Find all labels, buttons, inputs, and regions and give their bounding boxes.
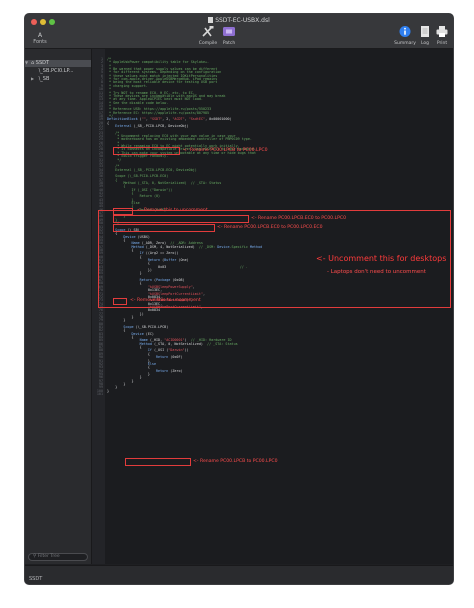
annotation-uncomment-desktops: <- Uncomment this for desktops	[316, 254, 447, 263]
hammer-wrench-icon	[202, 26, 214, 37]
document-icon	[208, 17, 214, 23]
filter-tree-input[interactable]: ⚲ Filter Tree	[28, 553, 88, 561]
code-line[interactable]: 101	[92, 392, 453, 397]
outline-sidebar: ▼⌂ SSDT ​ \_SB.PCI0.LP... ▶ \_SB ⚲ Filte…	[25, 49, 92, 564]
window-title: SSDT-EC-USBX.dsl	[25, 17, 453, 24]
annotation-rename-external: <- Rename PC00.LPCB to PC00.LPC0	[183, 148, 268, 153]
status-text: SSDT	[29, 576, 43, 582]
summary-label: Summary	[394, 41, 416, 46]
patch-icon	[223, 27, 235, 36]
annotation-box-close-comment	[113, 298, 127, 305]
annotation-laptops-note: - Laptops don't need to uncomment	[327, 269, 426, 275]
tree-item-lpcb[interactable]: ​ \_SB.PCI0.LP...	[25, 68, 91, 75]
compile-label: Compile	[198, 41, 218, 46]
annotation-box-external	[113, 147, 180, 155]
fonts-label: Fonts	[33, 39, 47, 45]
log-label: Log	[420, 41, 430, 46]
info-icon	[399, 26, 411, 37]
tree-item-label: SSDT	[35, 60, 50, 66]
compile-button[interactable]: Compile	[198, 25, 218, 46]
fonts-button[interactable]: A Fonts	[27, 32, 53, 45]
status-bar: SSDT	[25, 565, 453, 584]
annotation-remove-close: <- Remove this to uncomment	[130, 298, 201, 303]
tree-item-sb[interactable]: ▶ \_SB	[25, 76, 91, 83]
disclosure-collapsed-icon: ​	[31, 68, 37, 73]
window-title-text: SSDT-EC-USBX.dsl	[215, 17, 270, 24]
print-label: Print	[436, 41, 448, 46]
summary-button[interactable]: Summary	[394, 25, 416, 46]
tree-item-label: \_SB	[38, 76, 50, 82]
fonts-icon: A	[37, 32, 43, 39]
filter-tree-placeholder: Filter Tree	[37, 554, 60, 559]
annotation-box-scope-lpcb	[125, 458, 191, 466]
title-bar: SSDT-EC-USBX.dsl A Fonts Compile Patch S…	[25, 14, 453, 49]
log-icon	[421, 26, 429, 37]
print-button[interactable]: Print	[434, 25, 450, 46]
patch-button[interactable]: Patch	[220, 25, 238, 46]
search-icon: ⚲	[33, 554, 37, 559]
tree-item-ssdt[interactable]: ▼ ⌂ SSDT	[25, 60, 91, 67]
tree-item-label: \_SB.PCI0.LP...	[38, 68, 74, 74]
printer-icon	[436, 26, 448, 37]
patch-label: Patch	[222, 41, 236, 46]
annotation-rename-scope-lpcb: <- Rename PC00.LPCB to PC00.LPC0	[193, 459, 278, 464]
log-button[interactable]: Log	[418, 25, 432, 46]
line-number: 101	[96, 392, 103, 396]
disclosure-collapsed-icon[interactable]: ▶	[31, 76, 37, 81]
folder-icon: ⌂	[31, 60, 35, 66]
